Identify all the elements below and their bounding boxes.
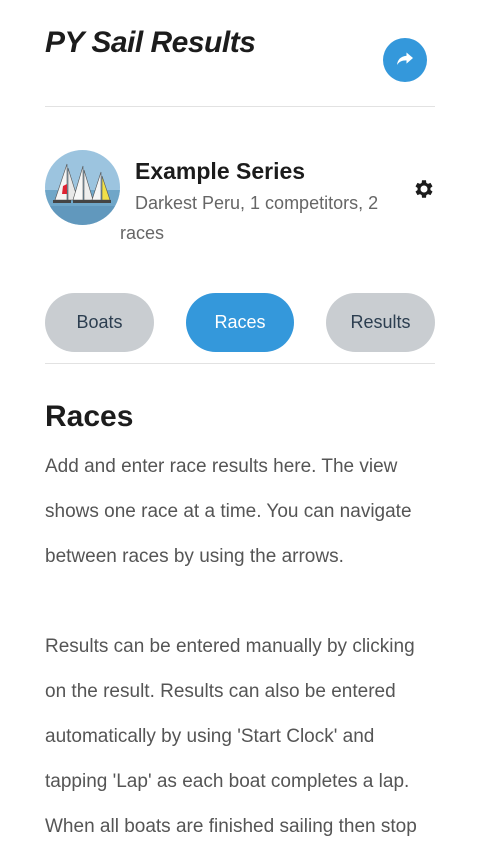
share-icon: [397, 52, 413, 65]
series-details: Darkest Peru, 1 competitors, 2 races: [120, 193, 379, 243]
section-title: Races: [45, 400, 134, 433]
races-help-text: Results can be entered manually by click…: [45, 636, 417, 837]
series-card[interactable]: Example Series Darkest Peru, 1 competito…: [45, 150, 435, 250]
gear-icon[interactable]: [412, 177, 436, 201]
races-intro-text: Add and enter race results here. The vie…: [45, 456, 412, 567]
tab-boats[interactable]: Boats: [45, 293, 154, 352]
tab-bar: Boats Races Results: [45, 293, 435, 364]
races-content: Races Add and enter race results here. T…: [45, 400, 440, 849]
share-button[interactable]: [383, 38, 427, 82]
tab-races[interactable]: Races: [186, 293, 294, 352]
sailboats-image: [45, 150, 120, 225]
series-avatar: [45, 150, 120, 225]
app-header: PY Sail Results: [45, 24, 435, 107]
series-name: Example Series: [135, 158, 306, 184]
tab-results[interactable]: Results: [326, 293, 435, 352]
app-title: PY Sail Results: [45, 26, 256, 59]
